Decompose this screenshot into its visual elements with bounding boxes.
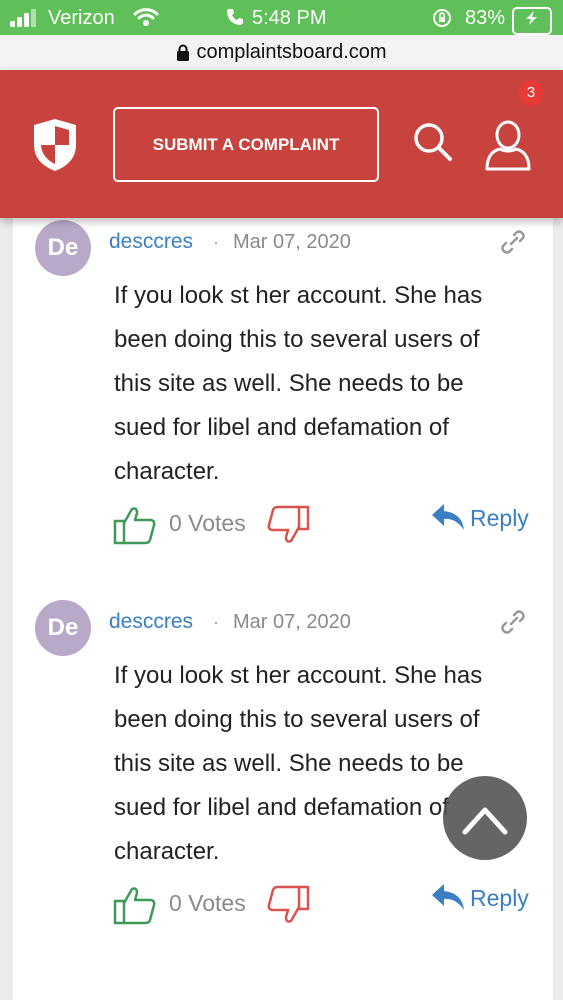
comment-line: this site as well. She needs to be <box>114 750 464 777</box>
time-text: 5:48 PM <box>252 7 327 29</box>
submit-complaint-button[interactable]: SUBMIT A COMPLAINT <box>113 107 379 182</box>
comment-author[interactable]: desccres <box>109 610 193 634</box>
thumbs-down-icon[interactable] <box>266 505 310 550</box>
vote-count: 0 Votes <box>169 510 246 536</box>
url-bar[interactable]: complaintsboard.com <box>0 35 563 70</box>
reply-button[interactable]: Reply <box>470 505 529 532</box>
comment-date: Mar 07, 2020 <box>233 611 351 633</box>
comment-line: this site as well. She needs to be <box>114 370 464 397</box>
avatar[interactable]: De <box>35 220 91 276</box>
scroll-to-top-button[interactable] <box>443 776 527 860</box>
meta-separator: · <box>213 232 219 252</box>
user-icon[interactable] <box>484 119 532 176</box>
comment-author[interactable]: desccres <box>109 230 193 254</box>
comment-line: been doing this to several users of <box>114 326 480 353</box>
signal-icon <box>10 6 46 30</box>
shield-logo[interactable] <box>32 117 78 178</box>
site-header: SUBMIT A COMPLAINT 3 <box>0 70 563 218</box>
meta-separator: · <box>213 612 219 632</box>
comment-text: If you look st her account. She has been… <box>114 274 524 494</box>
comment-line: sued for libel and defamation of <box>114 414 449 441</box>
thumbs-down-icon[interactable] <box>266 885 310 930</box>
avatar[interactable]: De <box>35 600 91 656</box>
link-icon[interactable] <box>497 606 529 643</box>
vote-count: 0 Votes <box>169 890 246 916</box>
rotation-lock-icon <box>432 8 452 32</box>
comments-list: De desccres · Mar 07, 2020 If you look s… <box>13 218 553 1000</box>
url-domain: complaintsboard.com <box>196 41 387 63</box>
notification-badge[interactable]: 3 <box>518 80 544 106</box>
battery-percent: 83% <box>465 7 506 29</box>
reply-button[interactable]: Reply <box>470 885 529 912</box>
lock-icon <box>177 44 190 61</box>
thumbs-up-icon[interactable] <box>113 505 157 550</box>
phone-icon <box>227 9 243 25</box>
search-icon[interactable] <box>413 122 453 167</box>
thumbs-up-icon[interactable] <box>113 885 157 930</box>
carrier-name: Verizon <box>48 7 115 29</box>
comment-line: character. <box>114 458 220 485</box>
comment-line: If you look st her account. She has <box>114 662 483 689</box>
comment-date: Mar 07, 2020 <box>233 231 351 253</box>
link-icon[interactable] <box>497 226 529 263</box>
comment-line: If you look st her account. She has <box>114 282 483 309</box>
chevron-up-icon <box>462 807 508 835</box>
comment-item: De desccres · Mar 07, 2020 If you look s… <box>13 218 553 558</box>
comment-item: De desccres · Mar 07, 2020 If you look s… <box>13 598 553 938</box>
reply-icon[interactable] <box>430 882 466 917</box>
battery-icon <box>512 7 552 35</box>
clock: 5:48 PM <box>226 6 341 30</box>
status-bar: Verizon 5:48 PM 83% <box>0 0 563 35</box>
comment-line: been doing this to several users of <box>114 706 480 733</box>
wifi-icon <box>133 7 159 31</box>
reply-icon[interactable] <box>430 502 466 537</box>
